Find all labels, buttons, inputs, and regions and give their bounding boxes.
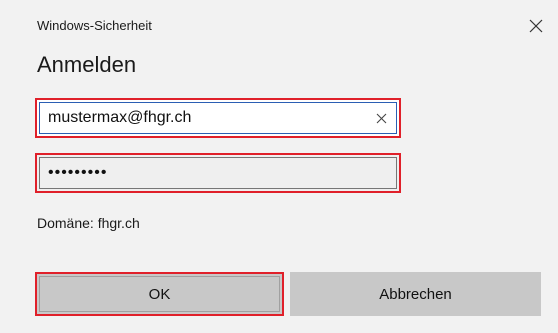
email-field-box[interactable]: mustermax@fhgr.ch [39, 102, 397, 134]
password-field-box[interactable]: ••••••••• [39, 157, 397, 189]
ok-button[interactable]: OK [35, 272, 284, 316]
close-icon [529, 19, 543, 33]
email-input-value[interactable]: mustermax@fhgr.ch [48, 109, 372, 127]
ok-button-label: OK [148, 285, 171, 303]
email-field[interactable]: mustermax@fhgr.ch [35, 98, 401, 138]
dialog-heading: Anmelden [37, 52, 137, 77]
security-dialog: Windows-Sicherheit Anmelden mustermax@fh… [0, 0, 558, 333]
clear-email-button[interactable] [372, 109, 390, 127]
cancel-button[interactable]: Abbrechen [290, 272, 541, 316]
domain-label: Domäne: fhgr.ch [37, 215, 140, 231]
cancel-button-label: Abbrechen [379, 285, 452, 303]
window-title: Windows-Sicherheit [37, 18, 152, 33]
clear-x-icon [376, 113, 386, 123]
password-field[interactable]: ••••••••• [35, 153, 401, 193]
password-input-value[interactable]: ••••••••• [48, 164, 107, 182]
close-button[interactable] [524, 14, 548, 38]
title-bar: Windows-Sicherheit [0, 0, 558, 44]
